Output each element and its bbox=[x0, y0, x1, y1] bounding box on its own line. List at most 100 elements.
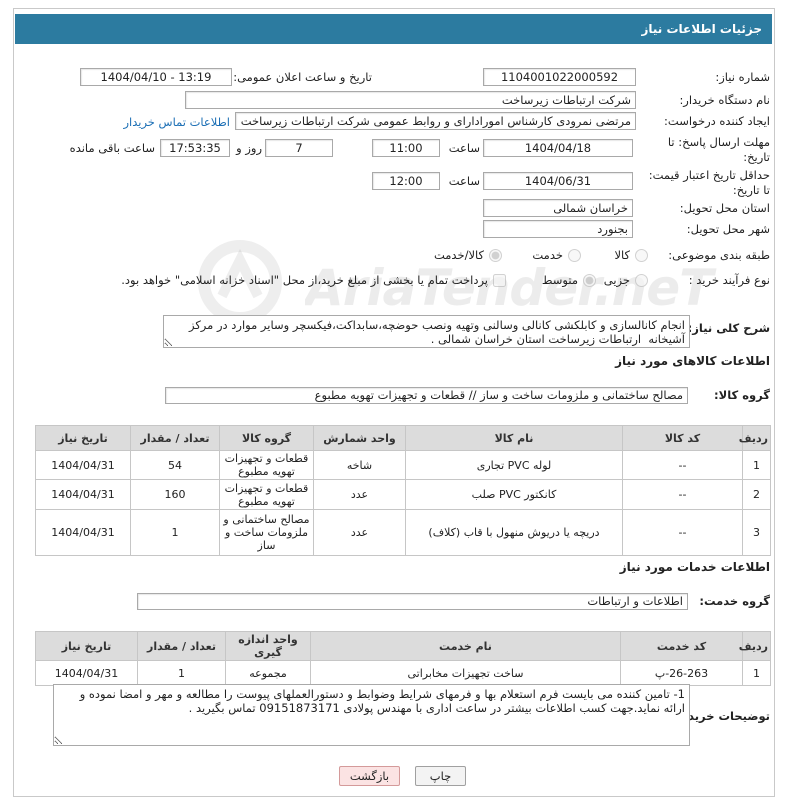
remaining-days-label: روز و bbox=[236, 141, 262, 155]
buyer-org-label: نام دستگاه خریدار: bbox=[679, 93, 770, 107]
services-col-unit: واحد اندازه گیری bbox=[225, 631, 311, 661]
goods-name: لوله PVC تجاری bbox=[405, 450, 623, 480]
services-table: ردیف کد خدمت نام خدمت واحد اندازه گیری ت… bbox=[35, 631, 771, 686]
service-quantity: 1 bbox=[137, 660, 226, 686]
reply-deadline-time-label: ساعت bbox=[448, 141, 480, 155]
announce-datetime-label: تاریخ و ساعت اعلان عمومی: bbox=[233, 70, 372, 84]
goods-need-date: 1404/04/31 bbox=[35, 479, 131, 510]
goods-group: مصالح ساختمانی و ملزومات ساخت و ساز bbox=[219, 509, 314, 556]
row-number: 1 bbox=[742, 450, 771, 480]
process-option-minor-label: جزیی bbox=[603, 273, 630, 287]
service-unit: مجموعه bbox=[225, 660, 311, 686]
treasury-checkbox[interactable] bbox=[493, 273, 506, 287]
category-option-service[interactable]: خدمت bbox=[532, 247, 581, 263]
description-textarea[interactable]: انجام کانالسازی و کابلکشی کانالی وسالنی … bbox=[163, 315, 690, 348]
goods-name: دریچه یا دریوش منهول با قاب (کلاف) bbox=[405, 509, 623, 556]
goods-need-date: 1404/04/31 bbox=[35, 509, 131, 556]
price-validity-time-label: ساعت bbox=[448, 174, 480, 188]
category-option-goods-service-label: کالا/خدمت bbox=[433, 248, 484, 262]
goods-quantity: 160 bbox=[130, 479, 220, 510]
goods-name: کانکتور PVC صلب bbox=[405, 479, 623, 510]
category-option-goods-service[interactable]: کالا/خدمت bbox=[434, 247, 502, 263]
price-validity-label-line1: حداقل تاریخ اعتبار قیمت: bbox=[648, 168, 770, 182]
page-title: جزئیات اطلاعات نیاز bbox=[15, 14, 772, 44]
goods-code: -- bbox=[622, 479, 743, 510]
price-validity-label: حداقل تاریخ اعتبار قیمت: تا تاریخ: bbox=[649, 168, 770, 198]
services-section-title: اطلاعات خدمات مورد نیاز bbox=[619, 560, 770, 574]
category-radio-goods[interactable] bbox=[635, 248, 648, 262]
goods-unit: شاخه bbox=[313, 450, 406, 480]
goods-col-code: کد کالا bbox=[622, 425, 743, 451]
treasury-option[interactable]: پرداخت تمام یا بخشی از مبلغ خرید،از محل … bbox=[121, 272, 506, 288]
province-label: استان محل تحویل: bbox=[679, 201, 770, 215]
creator-label: ایجاد کننده درخواست: bbox=[664, 114, 770, 128]
services-col-name: نام خدمت bbox=[310, 631, 621, 661]
back-button[interactable]: بازگشت bbox=[339, 766, 400, 786]
reply-deadline-label-line2: تاریخ: bbox=[743, 150, 770, 164]
price-validity-label-line2: تا تاریخ: bbox=[732, 183, 770, 197]
goods-col-group: گروه کالا bbox=[219, 425, 314, 451]
process-option-medium[interactable]: متوسط bbox=[542, 272, 596, 288]
need-number-value: 1104001022000592 bbox=[483, 68, 636, 86]
goods-section-title: اطلاعات کالاهای مورد نیاز bbox=[615, 354, 770, 368]
category-option-goods[interactable]: کالا bbox=[614, 247, 648, 263]
process-type-label: نوع فرآیند خرید : bbox=[688, 273, 770, 287]
table-row: 3 -- دریچه یا دریوش منهول با قاب (کلاف) … bbox=[35, 509, 771, 556]
goods-group: قطعات و تجهیزات تهویه مطبوع bbox=[219, 450, 314, 480]
service-code: پ-26-263 bbox=[620, 660, 743, 686]
services-group-value: اطلاعات و ارتباطات bbox=[137, 593, 688, 610]
goods-col-need-date: تاریخ نیاز bbox=[35, 425, 131, 451]
service-need-date: 1404/04/31 bbox=[35, 660, 138, 686]
reply-deadline-date: 1404/04/18 bbox=[483, 139, 633, 157]
category-radio-goods-service[interactable] bbox=[489, 248, 502, 262]
row-number: 1 bbox=[742, 660, 771, 686]
goods-table-header: ردیف کد کالا نام کالا واحد شمارش گروه کا… bbox=[35, 425, 771, 451]
buyer-contact-link[interactable]: اطلاعات تماس خریدار bbox=[123, 115, 230, 130]
city-label: شهر محل تحویل: bbox=[686, 222, 770, 236]
description-label: شرح کلی نیاز: bbox=[687, 321, 770, 335]
remaining-time-label: ساعت باقی مانده bbox=[69, 141, 155, 155]
goods-table: ردیف کد کالا نام کالا واحد شمارش گروه کا… bbox=[35, 425, 771, 556]
goods-code: -- bbox=[622, 509, 743, 556]
row-number: 2 bbox=[742, 479, 771, 510]
goods-unit: عدد bbox=[313, 479, 406, 510]
goods-group: قطعات و تجهیزات تهویه مطبوع bbox=[219, 479, 314, 510]
process-radio-minor[interactable] bbox=[635, 273, 648, 287]
goods-group-value: مصالح ساختمانی و ملزومات ساخت و ساز // ق… bbox=[165, 387, 688, 404]
table-row: 1 -- لوله PVC تجاری شاخه قطعات و تجهیزات… bbox=[35, 450, 771, 480]
creator-value: مرتضی نمرودی کارشناس امورادارای و روابط … bbox=[235, 112, 636, 130]
category-option-service-label: خدمت bbox=[532, 248, 563, 262]
buyer-notes-textarea[interactable]: 1- تامین کننده می بایست فرم استعلام بها … bbox=[53, 684, 690, 746]
goods-quantity: 1 bbox=[130, 509, 220, 556]
goods-need-date: 1404/04/31 bbox=[35, 450, 131, 480]
price-validity-time: 12:00 bbox=[372, 172, 440, 190]
reply-deadline-time: 11:00 bbox=[372, 139, 440, 157]
services-group-label: گروه خدمت: bbox=[699, 594, 770, 608]
services-col-quantity: تعداد / مقدار bbox=[137, 631, 226, 661]
category-radio-service[interactable] bbox=[568, 248, 581, 262]
remaining-days: 7 bbox=[265, 139, 333, 157]
announce-datetime-value: 1404/04/10 - 13:19 bbox=[80, 68, 232, 86]
services-col-code: کد خدمت bbox=[620, 631, 743, 661]
need-number-label: شماره نیاز: bbox=[715, 70, 770, 84]
services-col-row-number: ردیف bbox=[739, 631, 771, 661]
goods-col-quantity: تعداد / مقدار bbox=[130, 425, 220, 451]
price-validity-date: 1404/06/31 bbox=[483, 172, 633, 190]
reply-deadline-label-line1: مهلت ارسال پاسخ: تا bbox=[667, 135, 770, 149]
services-table-header: ردیف کد خدمت نام خدمت واحد اندازه گیری ت… bbox=[35, 631, 771, 661]
row-number: 3 bbox=[742, 509, 771, 556]
services-col-need-date: تاریخ نیاز bbox=[35, 631, 138, 661]
reply-deadline-label: مهلت ارسال پاسخ: تا تاریخ: bbox=[668, 135, 770, 165]
process-option-medium-label: متوسط bbox=[541, 273, 578, 287]
process-option-minor[interactable]: جزیی bbox=[604, 272, 648, 288]
goods-group-label: گروه کالا: bbox=[714, 388, 770, 402]
print-button[interactable]: چاپ bbox=[415, 766, 466, 786]
city-value: بجنورد bbox=[483, 220, 633, 238]
category-option-goods-label: کالا bbox=[614, 248, 630, 262]
buyer-org-value: شرکت ارتباطات زیرساخت bbox=[185, 91, 636, 109]
goods-col-name: نام کالا bbox=[405, 425, 623, 451]
goods-col-row-number: ردیف bbox=[739, 425, 771, 451]
goods-unit: عدد bbox=[313, 509, 406, 556]
process-radio-medium[interactable] bbox=[583, 273, 596, 287]
goods-quantity: 54 bbox=[130, 450, 220, 480]
